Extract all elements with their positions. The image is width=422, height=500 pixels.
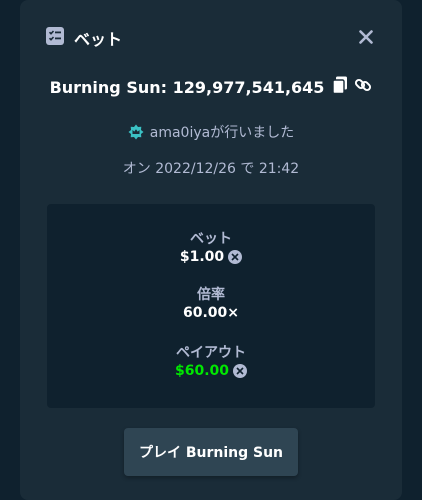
bet-details-modal: ベット Burning Sun: 129,977,541,645 ama0iya…: [20, 0, 402, 500]
play-game-button[interactable]: プレイ Burning Sun: [124, 428, 298, 476]
modal-title: ベット: [74, 30, 123, 49]
bet-amount-value: $1.00: [179, 249, 225, 265]
bet-id-row: Burning Sun: 129,977,541,645: [20, 76, 402, 98]
payout-label: ペイアウト: [176, 345, 246, 361]
currency-coin-icon: [228, 250, 243, 264]
link-icon: [355, 78, 372, 92]
link-button[interactable]: [354, 76, 372, 98]
bet-date: オン 2022/12/26 で 21:42: [122, 161, 300, 177]
currency-coin-icon: [233, 364, 248, 378]
copy-button[interactable]: [332, 76, 348, 98]
multiplier-label: 倍率: [197, 287, 225, 303]
bet-amount-label: ベット: [190, 231, 232, 247]
copy-icon: [332, 76, 348, 95]
payout-value: $60.00: [174, 363, 230, 379]
bet-id-text: Burning Sun: 129,977,541,645: [49, 77, 325, 97]
checklist-icon: [46, 27, 64, 49]
modal-header: ベット: [46, 26, 122, 50]
close-button[interactable]: [356, 27, 376, 47]
placed-by-text[interactable]: ama0iyaが行いました: [150, 122, 294, 142]
multiplier-value: 60.00×: [182, 305, 239, 321]
payout-stat: ペイアウト $60.00: [47, 344, 375, 380]
bet-stats-panel: ベット $1.00 倍率 60.00× ペイアウト $60.00: [47, 204, 375, 408]
multiplier-stat: 倍率 60.00×: [47, 286, 375, 322]
bet-amount-stat: ベット $1.00: [47, 230, 375, 266]
placed-by-row: ama0iyaが行いました: [20, 122, 402, 142]
close-icon: [359, 30, 373, 44]
vip-crown-badge-icon: [128, 124, 144, 140]
